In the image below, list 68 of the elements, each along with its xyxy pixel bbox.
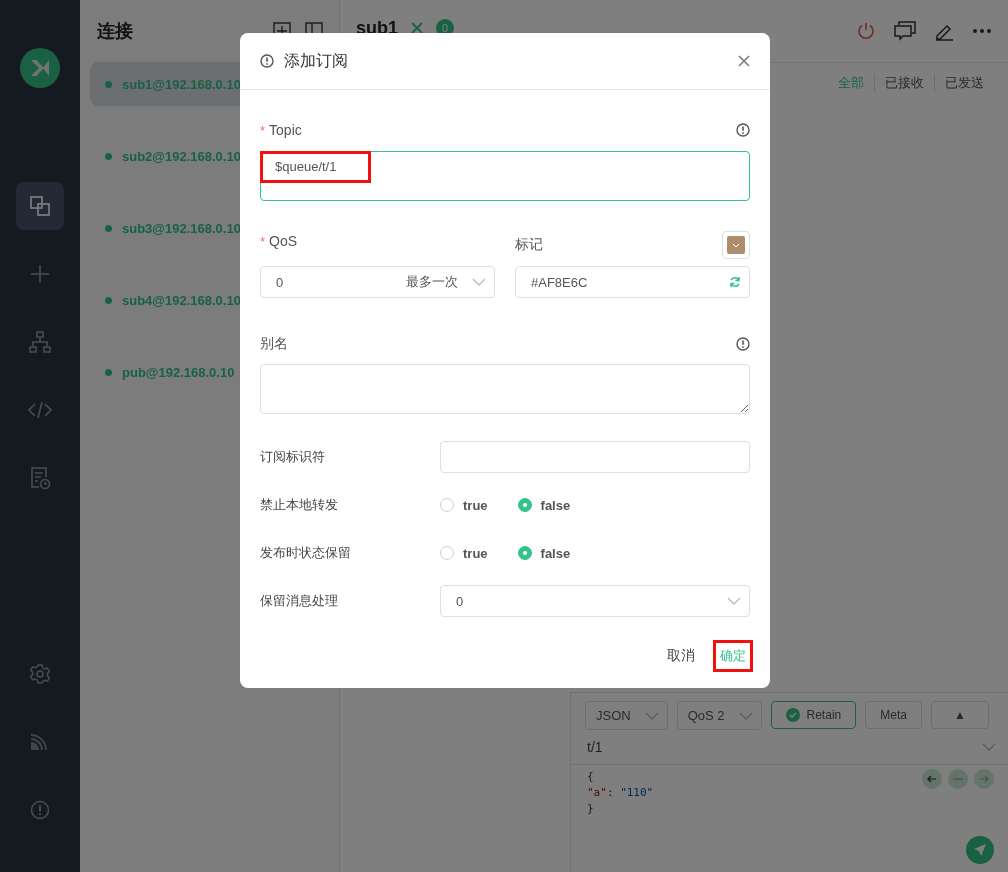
check-circle-icon: [785, 708, 800, 722]
filter-tab[interactable]: 已接收: [874, 74, 934, 92]
forward-button[interactable]: [974, 769, 994, 789]
chevron-down-icon: [982, 743, 996, 751]
reset-button[interactable]: [948, 769, 968, 789]
field-label: 别名: [260, 335, 288, 353]
code-line: }: [587, 801, 594, 817]
filter-tab[interactable]: 已发送: [934, 74, 994, 92]
code-line: "a": "110": [587, 785, 654, 801]
send-icon: [973, 843, 987, 857]
chevron-down-icon: [472, 278, 486, 286]
required-mark: *: [260, 122, 266, 138]
connections-icon: [28, 194, 52, 218]
chat-icon[interactable]: [894, 21, 916, 41]
chevron-down-icon: [727, 597, 741, 605]
topic-input[interactable]: t/1: [587, 739, 603, 755]
document-clock-icon: [28, 466, 52, 490]
arrow-right-icon: [979, 774, 989, 784]
hierarchy-icon: [28, 330, 52, 354]
required-mark: *: [260, 233, 266, 249]
meta-button[interactable]: Meta: [865, 701, 922, 729]
radio-option[interactable]: false: [517, 497, 571, 513]
power-icon[interactable]: [856, 21, 876, 41]
field-label: Topic: [269, 122, 302, 138]
color-picker[interactable]: [722, 231, 750, 259]
chevron-down-icon: [644, 711, 659, 720]
field-label: 订阅标识符: [260, 448, 326, 466]
nav-button[interactable]: [16, 182, 64, 230]
chevron-down-icon: [738, 711, 753, 720]
select-field[interactable]: 0: [440, 585, 750, 617]
radio-option[interactable]: true: [440, 497, 488, 513]
refresh-icon[interactable]: [729, 276, 741, 288]
qos-select[interactable]: 0 最多一次: [260, 266, 495, 298]
info-icon: [30, 800, 50, 820]
alias-field[interactable]: [260, 364, 750, 414]
field-label: 标记: [515, 236, 543, 254]
expand-button[interactable]: ▲: [930, 701, 989, 729]
radio-option[interactable]: true: [440, 545, 488, 561]
send-button[interactable]: [966, 836, 994, 864]
close-icon: [738, 55, 750, 67]
qos-select[interactable]: QoS 2: [676, 701, 762, 730]
settings-icon: [29, 663, 51, 685]
back-button[interactable]: [922, 769, 942, 789]
text-field[interactable]: [440, 441, 750, 473]
filter-tab[interactable]: 全部: [828, 74, 874, 92]
arrow-left-icon: [927, 774, 937, 784]
confirm-button[interactable]: 确定: [713, 640, 753, 672]
field-label: QoS: [269, 233, 298, 249]
close-icon[interactable]: [410, 21, 424, 35]
field-label: 发布时状态保留: [260, 544, 352, 562]
retain-button[interactable]: Retain: [770, 701, 857, 729]
format-select[interactable]: JSON: [585, 701, 668, 730]
app-logo: [20, 48, 60, 88]
field-label: 禁止本地转发: [260, 496, 339, 514]
topic-field[interactable]: $queue/t/1: [260, 151, 750, 201]
feed-icon: [31, 734, 49, 750]
field-label: 保留消息处理: [260, 592, 339, 610]
color-field[interactable]: #AF8E6C: [515, 266, 750, 298]
close-button[interactable]: [738, 55, 750, 67]
more-icon[interactable]: [972, 28, 992, 34]
info-icon: [736, 123, 750, 137]
cancel-button[interactable]: 取消: [667, 647, 695, 665]
plus-icon: [29, 263, 51, 285]
info-icon: [260, 54, 274, 68]
panel-title: 连接: [97, 20, 133, 43]
code-line: {: [587, 769, 594, 785]
info-icon: [736, 337, 750, 351]
radio-option[interactable]: false: [517, 545, 571, 561]
